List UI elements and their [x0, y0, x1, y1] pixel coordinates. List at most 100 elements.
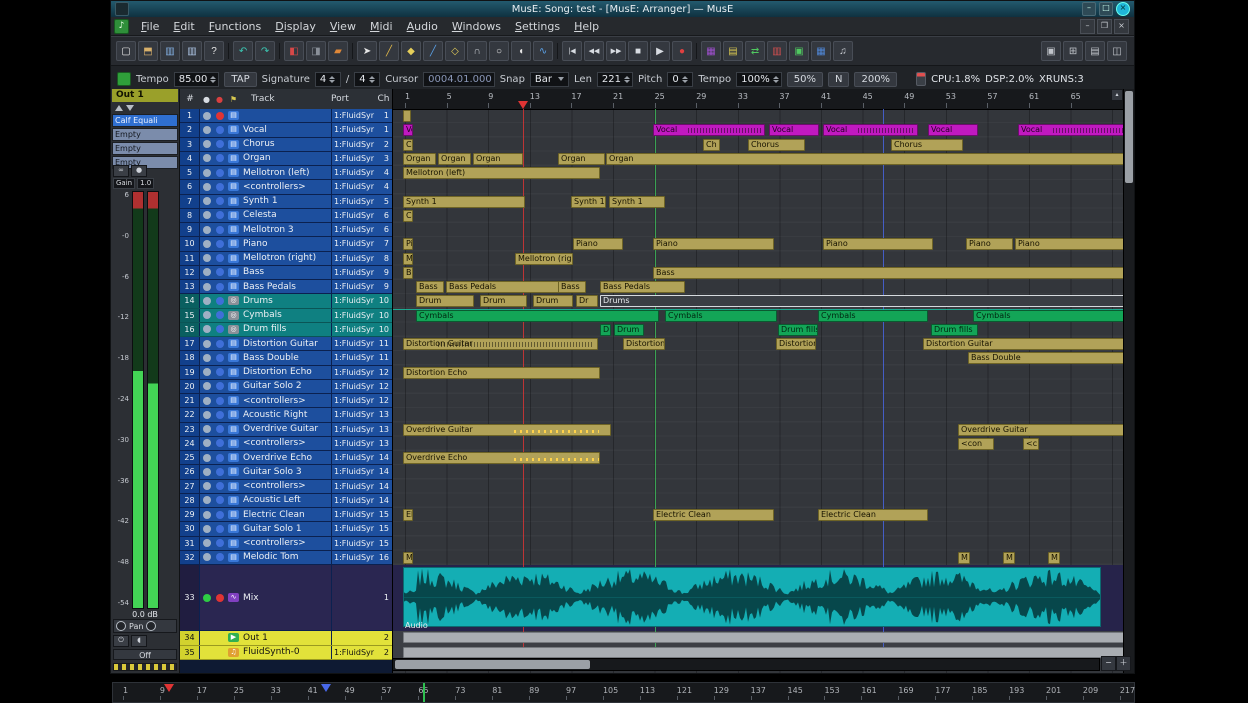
timeline-ruler[interactable]: 1591317212529333741454953576165 — [393, 89, 1123, 110]
track-port[interactable]: 1:FluidSyr — [331, 280, 375, 293]
part[interactable]: Drums — [600, 295, 1123, 307]
part[interactable]: Drum — [614, 324, 644, 336]
vertical-scroll-handle[interactable] — [1125, 91, 1133, 183]
part[interactable]: Me — [403, 253, 413, 265]
track-row[interactable]: 3▤Chorus1:FluidSyr2 — [180, 138, 392, 152]
track-mute-icon[interactable] — [213, 280, 226, 293]
mixer-icon[interactable]: ▦ — [701, 41, 721, 61]
rewind-icon[interactable]: ◀◀ — [584, 41, 604, 61]
part[interactable]: El — [403, 509, 413, 521]
track-port[interactable]: 1:FluidSyr — [331, 351, 375, 364]
track-name[interactable]: Synth 1 — [241, 195, 331, 208]
track-arm-icon[interactable] — [200, 280, 213, 293]
track-row[interactable]: 24▤<controllers>1:FluidSyr13 — [180, 437, 392, 451]
track-mute-icon[interactable] — [213, 294, 226, 307]
audio-wave-part[interactable] — [403, 567, 1101, 627]
punch-out-icon[interactable]: ◨ — [306, 41, 326, 61]
menu-edit[interactable]: Edit — [166, 19, 201, 34]
part[interactable]: M — [1003, 552, 1015, 564]
mdi-close-icon[interactable]: × — [1114, 19, 1129, 34]
part[interactable]: Ch — [403, 139, 413, 151]
gain-value[interactable]: 1.0 — [137, 178, 154, 189]
track-port[interactable]: 1:FluidSyr — [331, 508, 375, 521]
track-row[interactable]: 18▤Bass Double1:FluidSyr11 — [180, 351, 392, 365]
track-row[interactable]: 19▤Distortion Echo1:FluidSyr12 — [180, 366, 392, 380]
track-mute-icon[interactable] — [213, 437, 226, 450]
track-arm-icon[interactable] — [200, 252, 213, 265]
track-name[interactable]: Organ — [241, 152, 331, 165]
part[interactable]: Vocal — [653, 124, 765, 136]
track-arm-icon[interactable] — [200, 351, 213, 364]
glue-tool-icon[interactable]: ◇ — [445, 41, 465, 61]
track-arm-icon[interactable] — [200, 152, 213, 165]
track-mute-icon[interactable] — [213, 366, 226, 379]
menu-display[interactable]: Display — [268, 19, 323, 34]
track-port[interactable]: 1:FluidSyr — [331, 152, 375, 165]
track-mute-icon[interactable] — [213, 451, 226, 464]
track-arm-icon[interactable] — [200, 223, 213, 236]
part[interactable]: Organ — [403, 153, 436, 165]
vertical-scrollbar[interactable] — [1123, 89, 1134, 673]
track-arm-icon[interactable] — [200, 366, 213, 379]
track-row[interactable]: 22▤Acoustic Right1:FluidSyr13 — [180, 408, 392, 422]
track-port[interactable]: 1:FluidSyr — [331, 437, 375, 450]
track-name[interactable]: <controllers> — [241, 180, 331, 193]
part[interactable]: Vocal — [1018, 124, 1123, 136]
monitor-icon[interactable]: ◖ — [131, 635, 147, 647]
track-name[interactable]: Mellotron (left) — [241, 166, 331, 179]
horizontal-scrollbar[interactable] — [392, 658, 1100, 671]
track-arm-icon[interactable] — [200, 180, 213, 193]
tempo-percent-spinbox[interactable]: 100% — [736, 72, 782, 87]
track-name[interactable]: Mellotron (right) — [241, 252, 331, 265]
part[interactable]: Bass Pedals — [446, 281, 559, 293]
track-mute-icon[interactable] — [213, 508, 226, 521]
part[interactable]: Bass Double — [968, 352, 1123, 364]
track-arm-icon[interactable] — [200, 537, 213, 550]
track-name[interactable]: Drum fills — [241, 323, 331, 336]
redo-icon[interactable]: ↷ — [255, 41, 275, 61]
zoom-out-icon[interactable]: − — [1101, 656, 1116, 671]
track-port[interactable]: 1:FluidSyr — [331, 394, 375, 407]
part[interactable]: Bass — [653, 267, 1123, 279]
track-name[interactable]: FluidSynth-0 — [241, 646, 331, 659]
menu-midi[interactable]: Midi — [363, 19, 400, 34]
signature-denominator-spinbox[interactable]: 4 — [354, 72, 380, 87]
track-mute-icon[interactable] — [213, 138, 226, 151]
track-port[interactable]: 1:FluidSyr — [331, 423, 375, 436]
win-rows-icon[interactable]: ▤ — [1085, 41, 1105, 61]
pencil-tool-icon[interactable]: ╱ — [379, 41, 399, 61]
play-icon[interactable]: ▶ — [650, 41, 670, 61]
cycle-icon[interactable]: ⇄ — [745, 41, 765, 61]
track-arm-icon[interactable] — [200, 508, 213, 521]
track-row[interactable]: 26▤Guitar Solo 31:FluidSyr14 — [180, 465, 392, 479]
tempo-spinbox[interactable]: 85.00 — [174, 72, 220, 87]
playhead-marker[interactable] — [518, 101, 528, 109]
track-name[interactable]: Electric Clean — [241, 508, 331, 521]
track-arm-icon[interactable] — [200, 451, 213, 464]
part[interactable]: Piano — [966, 238, 1013, 250]
track-mute-icon[interactable] — [213, 323, 226, 336]
track-row[interactable]: 30▤Guitar Solo 11:FluidSyr15 — [180, 522, 392, 536]
mdi-restore-icon[interactable]: ❒ — [1097, 19, 1112, 34]
open-file-icon[interactable]: ⬒ — [138, 41, 158, 61]
menu-help[interactable]: Help — [567, 19, 606, 34]
track-arm-icon[interactable] — [200, 437, 213, 450]
ruler-corner-icon[interactable]: ▴ — [1111, 89, 1123, 101]
track-mute-icon[interactable] — [213, 380, 226, 393]
pitch-spinbox[interactable]: 0 — [667, 72, 693, 87]
effect-slot[interactable]: Empty — [112, 128, 178, 141]
part[interactable]: Drum — [416, 295, 474, 307]
track-port[interactable]: 1:FluidSyr — [331, 551, 375, 564]
magnet-tool-icon[interactable]: ∩ — [467, 41, 487, 61]
len-spinbox[interactable]: 221 — [597, 72, 633, 87]
track-arm-icon[interactable] — [200, 408, 213, 421]
part[interactable]: Mellotron (right) — [515, 253, 573, 265]
track-mute-icon[interactable] — [213, 408, 226, 421]
big-time-ruler[interactable]: 1917253341495765738189971051131211291371… — [112, 682, 1135, 703]
part[interactable]: Ce — [403, 210, 413, 222]
part[interactable]: Synth 1 — [571, 196, 606, 208]
track-name[interactable]: <controllers> — [241, 437, 331, 450]
mute-column-icon[interactable]: ● — [213, 95, 226, 104]
track-port[interactable]: 1:FluidSyr — [331, 380, 375, 393]
part[interactable]: Ch — [703, 139, 720, 151]
